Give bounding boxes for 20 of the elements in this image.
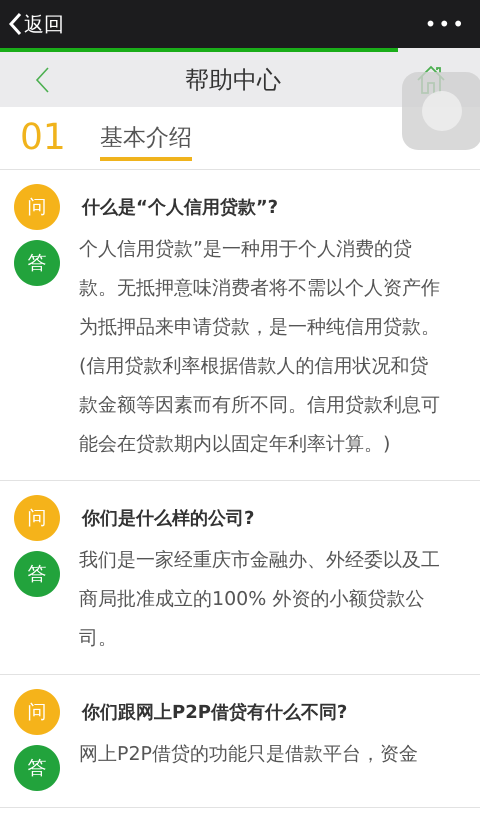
answer-badge: 答 xyxy=(14,551,60,597)
question-badge: 问 xyxy=(14,495,60,541)
question-badge: 问 xyxy=(14,184,60,230)
back-button[interactable]: 返回 xyxy=(8,9,64,39)
answer-badge: 答 xyxy=(14,745,60,791)
back-icon[interactable] xyxy=(34,66,50,92)
back-icon xyxy=(8,12,22,36)
question-text: 你们是什么样的公司? xyxy=(82,506,254,530)
section-title: 基本介绍 xyxy=(100,114,192,162)
answer-text: 我们是一家经重庆市金融办、外经委以及工商局批准成立的100% 外资的小额贷款公司。 xyxy=(79,548,441,651)
more-button[interactable]: ••• xyxy=(424,9,472,39)
question-text: 你们跟网上P2P借贷有什么不同? xyxy=(82,700,348,724)
answer-badge: 答 xyxy=(14,240,60,286)
floating-button[interactable] xyxy=(402,72,480,150)
question-text: 什么是“个人信用贷款”? xyxy=(82,196,278,220)
answer-text: 个人信用贷款”是一种用于个人消费的贷款。无抵押意味消费者将不需以个人资产作为抵押品来申请贷款，是一种纯信用贷款。(信用贷款利率根据借款人的信用状况和贷款金额等因素而有所不同。信用贷款利息可能会在贷款期内以固定年利率计算。) xyxy=(79,237,441,457)
question-badge: 问 xyxy=(14,689,60,735)
page-title: 帮助中心 xyxy=(185,64,281,96)
section-number: 01 xyxy=(20,116,67,160)
answer-text: 网上P2P借贷的功能只是借款平台，资金 xyxy=(79,742,418,767)
